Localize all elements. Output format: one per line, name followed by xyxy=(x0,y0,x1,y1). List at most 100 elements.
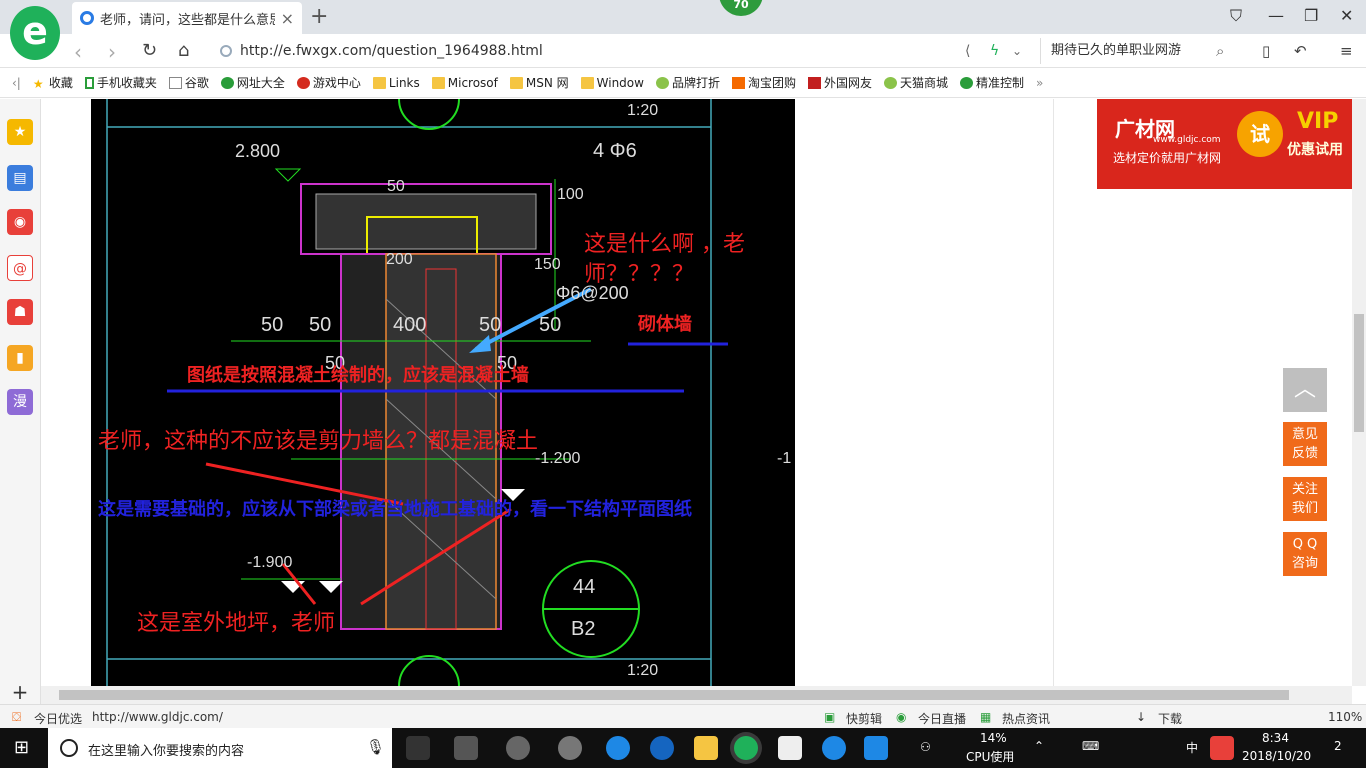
sogou-icon[interactable] xyxy=(1210,736,1234,760)
mic-icon[interactable]: 🎙 xyxy=(366,738,385,756)
clock-time[interactable]: 8:34 xyxy=(1262,731,1289,745)
cad-drawing-image: 1:20 2.800 4 Φ6 50 100 200 150 Φ6@200 50… xyxy=(91,99,795,686)
horizontal-scrollbar[interactable] xyxy=(41,686,1352,704)
undo-icon[interactable]: ↶ xyxy=(1294,42,1307,60)
vertical-scrollbar[interactable] xyxy=(1352,99,1366,686)
home-button[interactable]: ⌂ xyxy=(178,40,189,61)
share-icon[interactable]: ⟨ xyxy=(965,43,970,59)
bookmark-microsoft[interactable]: Microsof xyxy=(431,76,498,90)
chevron-down-icon[interactable]: ⌄ xyxy=(1012,44,1022,58)
explorer-icon[interactable] xyxy=(694,736,718,760)
refresh-button[interactable]: ↻ xyxy=(142,40,157,61)
elevation-2800: 2.800 xyxy=(235,141,280,161)
tab-close-icon[interactable]: × xyxy=(281,9,294,28)
bookmark-precise[interactable]: 精准控制 xyxy=(960,74,1024,91)
clock-date[interactable]: 2018/10/20 xyxy=(1242,749,1311,763)
bookmark-links[interactable]: Links xyxy=(372,76,420,90)
ime-mode[interactable]: 中 xyxy=(1186,739,1198,756)
book-icon[interactable]: ▮ xyxy=(7,345,33,371)
answer-1: 图纸是按照混凝土绘制的，应该是混凝土墙 xyxy=(187,364,529,386)
phone-icon[interactable]: ▯ xyxy=(1262,42,1270,60)
ie-old-icon[interactable] xyxy=(506,736,530,760)
left-sidebar: ★ ▤ ◉ @ ☗ ▮ 漫 + xyxy=(0,99,41,706)
edge-icon[interactable] xyxy=(606,736,630,760)
browser-taskbar-icon[interactable] xyxy=(734,736,758,760)
bookmark-favorites[interactable]: ★ 收藏 xyxy=(33,74,73,91)
bookmark-taobao[interactable]: 淘宝团购 xyxy=(731,74,796,91)
comic-icon[interactable]: 漫 xyxy=(7,389,33,415)
question-2: 老师，这种的不应该是剪力墙么？都是混凝土 xyxy=(98,429,539,454)
star-icon[interactable]: ★ xyxy=(7,119,33,145)
address-bar[interactable]: http://e.fwxgx.com/question_1964988.html xyxy=(220,38,1040,64)
download[interactable]: 下载 xyxy=(1158,710,1182,727)
scroll-thumb[interactable] xyxy=(1354,314,1364,432)
plus-app-icon[interactable] xyxy=(864,736,888,760)
dim-50-d: 50 xyxy=(539,314,561,336)
bookmark-tmall[interactable]: 天猫商城 xyxy=(884,74,948,91)
maximize-button[interactable]: ❐ xyxy=(1304,6,1318,25)
dim-50-a: 50 xyxy=(261,314,283,336)
fan-icon[interactable] xyxy=(454,736,478,760)
search-icon[interactable]: ⌕ xyxy=(1216,42,1224,60)
lightning-icon[interactable]: ϟ xyxy=(990,43,999,59)
today-icon: ⛋ xyxy=(12,710,22,724)
elevation-neg1200: -1.200 xyxy=(535,450,580,467)
task-view-icon[interactable] xyxy=(406,736,430,760)
scroll-thumb-h[interactable] xyxy=(59,690,1289,700)
cortana-icon xyxy=(60,739,78,757)
minimize-button[interactable]: — xyxy=(1268,6,1284,25)
url-text[interactable]: http://e.fwxgx.com/question_1964988.html xyxy=(240,43,543,59)
menu-icon[interactable]: ≡ xyxy=(1340,42,1353,60)
live-today[interactable]: 今日直播 xyxy=(918,710,966,727)
feedback-button[interactable]: 意见 反馈 xyxy=(1283,422,1327,466)
tray-up-icon[interactable]: ⌃ xyxy=(1034,739,1044,753)
ie-icon[interactable] xyxy=(650,736,674,760)
zoom-level[interactable]: 110% xyxy=(1328,710,1362,724)
collapse-icon[interactable]: ‹| xyxy=(12,76,21,90)
hot-news[interactable]: 热点资讯 xyxy=(1002,710,1050,727)
back-to-top-button[interactable]: ︿ xyxy=(1283,368,1327,412)
new-tab-button[interactable]: + xyxy=(310,4,328,29)
bookmark-hao[interactable]: 网址大全 xyxy=(220,74,285,91)
add-icon[interactable]: + xyxy=(7,679,33,705)
notifications[interactable]: 2 xyxy=(1334,739,1342,753)
shirt-icon[interactable]: ⛉ xyxy=(1230,6,1242,26)
address-toolbar: ‹ › ↻ ⌂ http://e.fwxgx.com/question_1964… xyxy=(0,34,1366,68)
network-icon[interactable]: ⌨ xyxy=(1082,739,1099,753)
app-icon[interactable] xyxy=(558,736,582,760)
follow-us-button[interactable]: 关注 我们 xyxy=(1283,477,1327,521)
game-icon[interactable]: ☗ xyxy=(7,299,33,325)
gldjc-ad-banner[interactable]: 广材网 www.gldjc.com 选材定价就用广材网 试 VIP 优惠试用 xyxy=(1097,99,1352,189)
back-button[interactable]: ‹ xyxy=(74,40,82,64)
score-badge[interactable]: 70 xyxy=(719,0,763,16)
qq-consult-button[interactable]: Q Q 咨询 xyxy=(1283,532,1327,576)
bookmark-mobile[interactable]: 手机收藏夹 xyxy=(84,74,157,91)
more-bookmarks-icon[interactable]: » xyxy=(1036,76,1043,90)
bookmark-foreign[interactable]: 外国网友 xyxy=(808,74,872,91)
windows-start-icon[interactable]: ⊞ xyxy=(14,737,29,758)
bookmark-google[interactable]: 谷歌 xyxy=(168,74,209,91)
cpu-label: CPU使用 xyxy=(966,750,1015,764)
people-icon[interactable]: ⚇ xyxy=(920,740,931,754)
ad-slogan: 选材定价就用广材网 xyxy=(1113,151,1222,165)
news-icon[interactable]: ▤ xyxy=(7,165,33,191)
search-placeholder: 在这里输入你要搜索的内容 xyxy=(88,744,245,759)
mail-icon[interactable]: @ xyxy=(7,255,33,281)
today-picks[interactable]: 今日优选 xyxy=(34,710,82,727)
mail-taskbar-icon[interactable] xyxy=(778,736,802,760)
ad-vip: VIP xyxy=(1297,109,1339,134)
taskbar-search[interactable]: 在这里输入你要搜索的内容 🎙 xyxy=(48,728,392,768)
close-window-button[interactable]: ✕ xyxy=(1340,6,1353,25)
weibo-icon[interactable]: ◉ xyxy=(7,209,33,235)
bookmark-brand[interactable]: 品牌打折 xyxy=(655,74,720,91)
glodon-icon[interactable] xyxy=(822,736,846,760)
browser-logo-icon[interactable]: e xyxy=(10,6,60,60)
bookmark-msn[interactable]: MSN 网 xyxy=(509,74,569,91)
bookmark-games[interactable]: 游戏中心 xyxy=(296,74,361,91)
tab-active[interactable]: 老师，请问，这些都是什么意思啊 × xyxy=(72,2,302,34)
promo-search-text[interactable]: 期待已久的单职业网游 xyxy=(1040,38,1240,64)
bookmark-windows[interactable]: Window xyxy=(580,76,644,90)
forward-button[interactable]: › xyxy=(108,40,116,64)
quick-clip[interactable]: 快剪辑 xyxy=(846,710,882,727)
question-1: 这是什么啊 ，老 xyxy=(584,232,745,257)
